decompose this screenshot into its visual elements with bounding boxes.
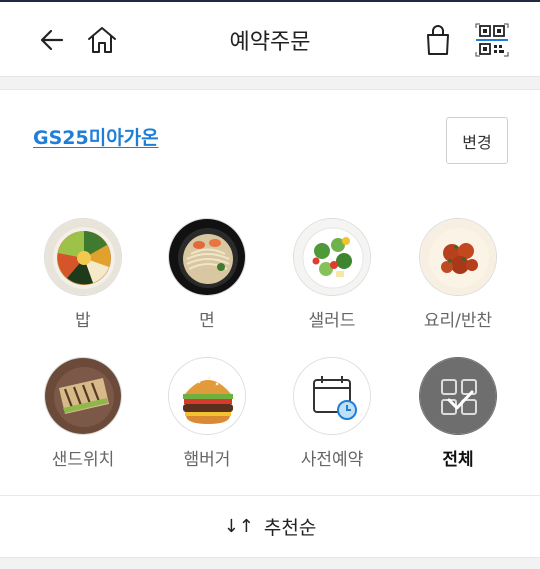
category-sandwich[interactable]: 샌드위치 — [28, 357, 138, 470]
category-label: 샐러드 — [308, 311, 356, 331]
side-dish-image — [419, 218, 497, 296]
category-hamburger[interactable]: 햄버거 — [152, 357, 262, 470]
sort-button[interactable]: ↓↑ 추천순 — [0, 496, 540, 556]
category-all[interactable]: 전체 — [403, 357, 513, 470]
section-divider — [0, 76, 540, 90]
grid-check-icon — [419, 357, 497, 435]
category-label: 면 — [199, 311, 215, 331]
sort-label: 추천순 — [263, 516, 317, 539]
bibimbap-image — [44, 218, 122, 296]
shopping-bag-icon — [427, 25, 449, 55]
category-pre-order[interactable]: 사전예약 — [277, 357, 387, 470]
sort-arrows-icon: ↓↑ — [223, 515, 254, 537]
category-label: 전체 — [442, 450, 474, 470]
qr-scan-button[interactable] — [472, 20, 512, 60]
store-name-link[interactable]: GS25미아가온 — [33, 123, 159, 150]
qr-code-icon — [475, 23, 509, 57]
category-label: 사전예약 — [300, 450, 364, 470]
category-salad[interactable]: 샐러드 — [277, 218, 387, 331]
category-label: 밥 — [75, 311, 91, 331]
category-rice[interactable]: 밥 — [28, 218, 138, 331]
category-label: 샌드위치 — [51, 450, 115, 470]
cart-button[interactable] — [418, 20, 458, 60]
page-title: 예약주문 — [229, 30, 311, 55]
salad-image — [293, 218, 371, 296]
category-label: 요리/반찬 — [423, 311, 493, 331]
category-noodle[interactable]: 면 — [152, 218, 262, 331]
app-header: 예약주문 — [0, 2, 540, 76]
calendar-clock-icon — [293, 357, 371, 435]
section-divider — [0, 557, 540, 569]
category-side-dish[interactable]: 요리/반찬 — [403, 218, 513, 331]
noodle-image — [168, 218, 246, 296]
category-label: 햄버거 — [183, 450, 231, 470]
hamburger-image — [168, 357, 246, 435]
change-store-button[interactable]: 변경 — [446, 117, 508, 164]
sandwich-image — [44, 357, 122, 435]
